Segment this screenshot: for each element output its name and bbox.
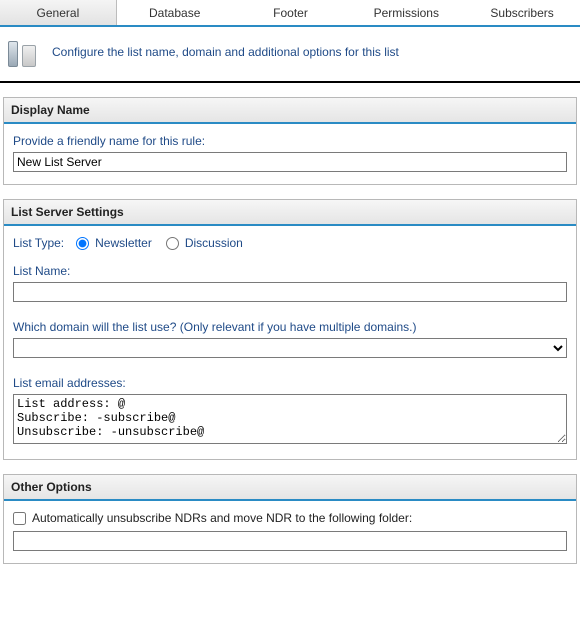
list-server-settings-panel: List Server Settings List Type: Newslett… [3,199,577,460]
email-addresses-textarea[interactable] [13,394,567,444]
tab-subscribers[interactable]: Subscribers [464,0,580,25]
display-name-panel: Display Name Provide a friendly name for… [3,97,577,185]
domain-select[interactable] [13,338,567,358]
other-options-panel: Other Options Automatically unsubscribe … [3,474,577,564]
email-addresses-label: List email addresses: [13,376,567,390]
tab-footer[interactable]: Footer [233,0,349,25]
newsletter-label: Newsletter [95,236,152,250]
list-name-input[interactable] [13,282,567,302]
list-type-label: List Type: [13,236,64,250]
auto-unsubscribe-ndr-label: Automatically unsubscribe NDRs and move … [32,511,412,525]
page-description: Configure the list name, domain and addi… [52,45,399,59]
display-name-input[interactable] [13,152,567,172]
auto-unsubscribe-ndr-checkbox[interactable] [13,512,26,525]
list-server-settings-header: List Server Settings [4,200,576,226]
list-type-newsletter-radio[interactable] [76,237,89,250]
tab-bar: General Database Footer Permissions Subs… [0,0,580,27]
ndr-folder-input[interactable] [13,531,567,551]
tab-permissions[interactable]: Permissions [348,0,464,25]
display-name-header: Display Name [4,98,576,124]
page-header: Configure the list name, domain and addi… [0,27,580,83]
list-type-row: List Type: Newsletter Discussion [13,236,567,250]
discussion-label: Discussion [185,236,243,250]
server-config-icon [8,37,42,67]
tab-general[interactable]: General [0,0,117,25]
domain-label: Which domain will the list use? (Only re… [13,320,567,334]
display-name-label: Provide a friendly name for this rule: [13,134,567,148]
list-name-label: List Name: [13,264,567,278]
other-options-header: Other Options [4,475,576,501]
tab-database[interactable]: Database [117,0,233,25]
list-type-discussion-radio[interactable] [166,237,179,250]
